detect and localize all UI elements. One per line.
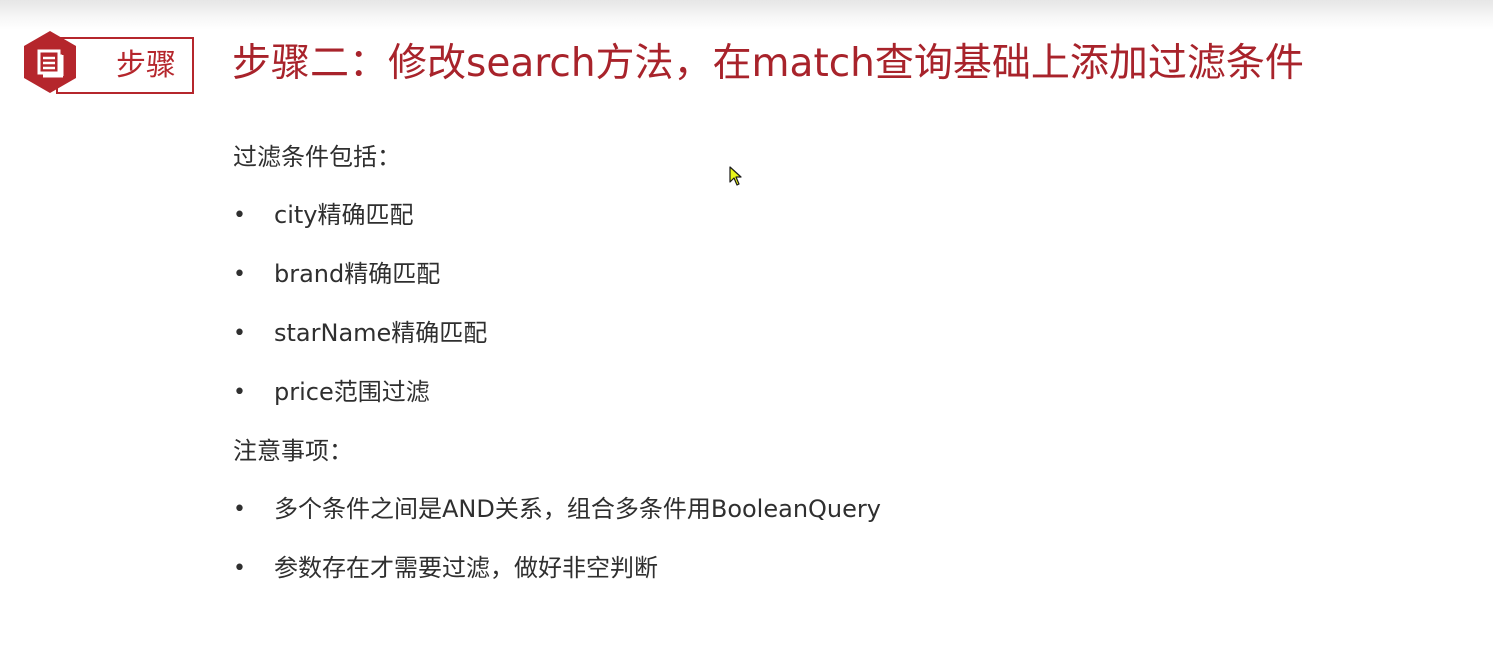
step-badge-label: 步骤 <box>116 48 176 83</box>
list-item: • price范围过滤 <box>233 363 1433 422</box>
document-icon <box>24 31 76 93</box>
bullet-icon: • <box>233 497 246 522</box>
list-item: • city精确匹配 <box>233 186 1433 245</box>
bullet-icon: • <box>233 556 246 581</box>
bullet-icon: • <box>233 203 246 228</box>
list-item: • 参数存在才需要过滤，做好非空判断 <box>233 539 1433 598</box>
mouse-pointer-icon <box>729 166 742 186</box>
page-title: 步骤二：修改search方法，在match查询基础上添加过滤条件 <box>232 41 1304 86</box>
bullet-icon: • <box>233 321 246 346</box>
bullet-icon: • <box>233 380 246 405</box>
list-item: • starName精确匹配 <box>233 304 1433 363</box>
list-item-text: 多个条件之间是AND关系，组合多条件用BooleanQuery <box>274 495 881 523</box>
list-item: • 多个条件之间是AND关系，组合多条件用BooleanQuery <box>233 480 1433 539</box>
list-item-text: city精确匹配 <box>274 201 414 229</box>
notes-heading: 注意事项： <box>233 437 353 465</box>
list-item-text: starName精确匹配 <box>274 319 488 347</box>
top-shadow <box>0 0 1493 30</box>
bullet-icon: • <box>233 262 246 287</box>
list-item-text: 参数存在才需要过滤，做好非空判断 <box>274 554 658 582</box>
list-item: • brand精确匹配 <box>233 245 1433 304</box>
list-item-text: price范围过滤 <box>274 378 430 406</box>
slide-content: 过滤条件包括： • city精确匹配 • brand精确匹配 • starNam… <box>233 128 1433 598</box>
filter-conditions-heading: 过滤条件包括： <box>233 143 401 171</box>
list-item-text: brand精确匹配 <box>274 260 441 288</box>
step-badge: 步骤 <box>22 30 194 94</box>
